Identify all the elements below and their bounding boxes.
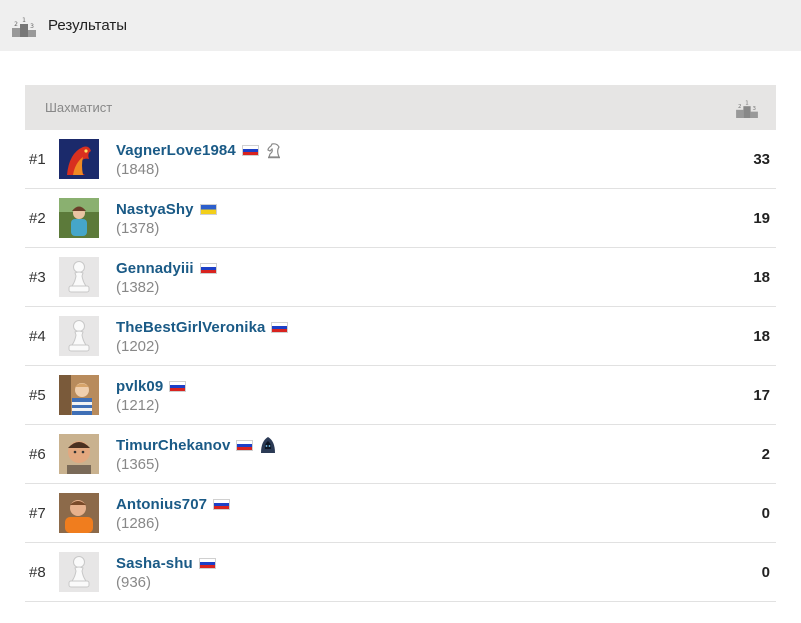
player-info: Gennadyiii (1382) (116, 258, 217, 296)
player-score: 18 (753, 268, 770, 286)
player-info: pvlk09 (1212) (116, 376, 187, 414)
table-row: #7 Antonius707 (1286) 0 (25, 484, 776, 543)
flag-ru-icon (198, 557, 216, 569)
rank: #5 (29, 386, 46, 404)
avatar[interactable] (59, 375, 99, 415)
player-score: 18 (753, 327, 770, 345)
rank: #8 (29, 563, 46, 581)
player-name-link[interactable]: pvlk09 (116, 378, 163, 395)
player-rating: (1212) (116, 397, 160, 414)
avatar[interactable] (59, 139, 99, 179)
svg-text:3: 3 (753, 105, 757, 111)
flag-ua-icon (199, 203, 217, 215)
svg-text:1: 1 (745, 100, 748, 106)
table-row: #2 NastyaShy (1378) 19 (25, 189, 776, 248)
table-body: #1 VagnerLove1984 (1848) 33 #2 NastyaShy (1378… (25, 130, 776, 602)
player-name-link[interactable]: TheBestGirlVeronika (116, 319, 265, 336)
player-line: VagnerLove1984 (116, 140, 283, 160)
knight-icon (265, 141, 283, 159)
player-info: Sasha-shu (936) (116, 553, 216, 591)
flag-ru-icon (241, 144, 259, 156)
page-title: Результаты (48, 17, 127, 34)
table-row: #4 TheBestGirlVeronika (1202) 18 (25, 307, 776, 366)
player-line: TheBestGirlVeronika (116, 317, 289, 337)
player-score: 0 (761, 504, 770, 522)
player-score: 17 (753, 386, 770, 404)
player-name-link[interactable]: TimurChekanov (116, 437, 230, 454)
podium-icon: 1 2 3 (12, 14, 36, 38)
results-table: Шахматист 1 2 3 #1 VagnerLove1984 (1848) 33… (25, 85, 776, 602)
player-score: 33 (753, 150, 770, 168)
player-name-link[interactable]: Sasha-shu (116, 555, 193, 572)
flag-ru-icon (213, 498, 231, 510)
pawn-icon[interactable] (59, 257, 99, 297)
flag-ru-icon (271, 321, 289, 333)
avatar[interactable] (59, 434, 99, 474)
player-name-link[interactable]: VagnerLove1984 (116, 142, 236, 159)
column-header-player: Шахматист (45, 100, 113, 115)
player-rating: (1202) (116, 338, 160, 355)
player-info: TheBestGirlVeronika (1202) (116, 317, 289, 355)
svg-text:2: 2 (738, 104, 741, 110)
svg-text:1: 1 (22, 17, 26, 24)
player-name-link[interactable]: Gennadyiii (116, 260, 194, 277)
svg-text:3: 3 (30, 23, 34, 30)
rank: #4 (29, 327, 46, 345)
player-rating: (1378) (116, 220, 160, 237)
player-score: 0 (761, 563, 770, 581)
player-line: NastyaShy (116, 199, 217, 219)
player-info: VagnerLove1984 (1848) (116, 140, 283, 178)
avatar[interactable] (59, 198, 99, 238)
player-rating: (1382) (116, 279, 160, 296)
flag-ru-icon (199, 262, 217, 274)
rank: #3 (29, 268, 46, 286)
player-rating: (1286) (116, 515, 160, 532)
svg-text:2: 2 (14, 21, 18, 28)
table-row: #5 pvlk09 (1212) 17 (25, 366, 776, 425)
player-line: Gennadyiii (116, 258, 217, 278)
player-info: Antonius707 (1286) (116, 494, 231, 532)
table-header: Шахматист 1 2 3 (25, 85, 776, 130)
player-rating: (1365) (116, 456, 160, 473)
player-line: Antonius707 (116, 494, 231, 514)
player-score: 2 (761, 445, 770, 463)
pawn-icon[interactable] (59, 552, 99, 592)
podium-icon[interactable]: 1 2 3 (736, 97, 758, 119)
player-info: TimurChekanov (1365) (116, 435, 277, 473)
player-rating: (936) (116, 574, 152, 591)
rank: #7 (29, 504, 46, 522)
player-rating: (1848) (116, 161, 160, 178)
flag-ru-icon (169, 380, 187, 392)
rank: #6 (29, 445, 46, 463)
player-line: pvlk09 (116, 376, 187, 396)
rank: #2 (29, 209, 46, 227)
table-row: #1 VagnerLove1984 (1848) 33 (25, 130, 776, 189)
player-name-link[interactable]: Antonius707 (116, 496, 207, 513)
flag-ru-icon (236, 439, 254, 451)
player-line: TimurChekanov (116, 435, 277, 455)
table-row: #3 Gennadyiii (1382) 18 (25, 248, 776, 307)
rank: #1 (29, 150, 46, 168)
hooded-icon (259, 436, 277, 454)
player-info: NastyaShy (1378) (116, 199, 217, 237)
avatar[interactable] (59, 493, 99, 533)
player-name-link[interactable]: NastyaShy (116, 201, 194, 218)
player-line: Sasha-shu (116, 553, 216, 573)
pawn-icon[interactable] (59, 316, 99, 356)
results-header: 1 2 3 Результаты (0, 0, 801, 51)
table-row: #8 Sasha-shu (936) 0 (25, 543, 776, 602)
table-row: #6 TimurChekanov (1365) 2 (25, 425, 776, 484)
player-score: 19 (753, 209, 770, 227)
